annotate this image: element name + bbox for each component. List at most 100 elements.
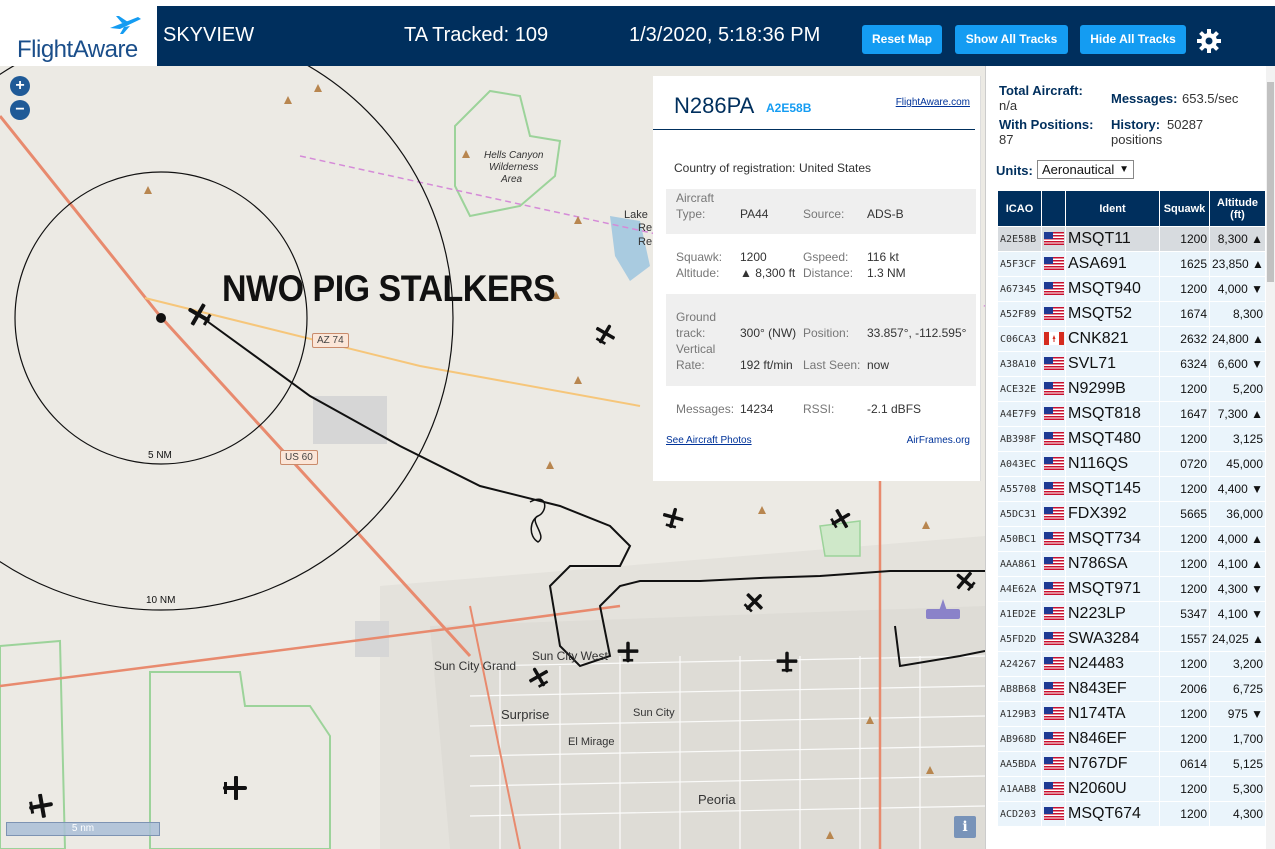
table-row[interactable]: A50BC1 MSQT734 1200 4,000 ▲ (997, 526, 1266, 552)
cell-flag (1041, 526, 1066, 552)
cell-icao: AA5BDA (997, 751, 1042, 777)
table-row[interactable]: A4E7F9 MSQT818 1647 7,300 ▲ (997, 401, 1266, 427)
table-row[interactable]: AAA861 N786SA 1200 4,100 ▲ (997, 551, 1266, 577)
skyview-app: FlightAware SKYVIEW TA Tracked: 109 1/3/… (0, 0, 1275, 849)
col-icao[interactable]: ICAO (997, 190, 1042, 227)
table-row[interactable]: A129B3 N174TA 1200 975 ▼ (997, 701, 1266, 727)
plane-icon[interactable] (615, 639, 641, 665)
vrate-value: 192 ft/min (740, 358, 793, 372)
aircraft-list-panel: Total Aircraft: n/a Messages: 653.5/sec … (985, 66, 1275, 849)
col-flag[interactable] (1041, 190, 1066, 227)
aircraft-photos-link[interactable]: See Aircraft Photos (666, 435, 752, 446)
zoom-out-button[interactable]: − (10, 100, 30, 120)
plane-icon[interactable] (592, 321, 618, 347)
map-label-lake: Lake (624, 209, 648, 221)
cell-flag (1041, 476, 1066, 502)
distance-value: 1.3 NM (867, 266, 906, 280)
info-icon[interactable]: i (954, 816, 976, 838)
aircraft-type-label-1: Aircraft (676, 191, 715, 205)
distance-label: Distance: (803, 266, 854, 280)
cell-altitude: 5,300 (1209, 776, 1266, 802)
cell-squawk: 1200 (1159, 476, 1210, 502)
table-row[interactable]: A5FD2D SWA3284 1557 24,025 ▲ (997, 626, 1266, 652)
hide-all-tracks-button[interactable]: Hide All Tracks (1080, 25, 1186, 54)
table-row[interactable]: ACE32E N9299B 1200 5,200 (997, 376, 1266, 402)
cell-icao: A129B3 (997, 701, 1042, 727)
gspeed-value: 116 kt (867, 250, 899, 264)
cell-ident: N786SA (1065, 551, 1160, 577)
table-row[interactable]: A5DC31 FDX392 5665 36,000 (997, 501, 1266, 527)
highway-us60: US 60 (280, 450, 318, 465)
zoom-in-button[interactable]: + (10, 76, 30, 96)
table-row[interactable]: C06CA3 CNK821 2632 24,800 ▲ (997, 326, 1266, 352)
show-all-tracks-button[interactable]: Show All Tracks (955, 25, 1068, 54)
cell-altitude: 8,300 ▲ (1209, 226, 1266, 252)
last-seen-value: now (867, 358, 890, 372)
cell-ident: N24483 (1065, 651, 1160, 677)
panel-scrollbar-thumb[interactable] (1267, 82, 1274, 282)
cell-altitude: 24,025 ▲ (1209, 626, 1266, 652)
table-row[interactable]: A52F89 MSQT52 1674 8,300 (997, 301, 1266, 327)
flag-us-icon (1044, 307, 1064, 321)
cell-icao: A4E7F9 (997, 401, 1042, 427)
plane-icon[interactable] (26, 791, 56, 821)
flag-us-icon (1044, 807, 1064, 821)
airframes-link[interactable]: AirFrames.org (907, 435, 970, 446)
cell-squawk: 1200 (1159, 651, 1210, 677)
plane-icon[interactable] (828, 506, 854, 532)
plane-icon[interactable] (220, 773, 250, 803)
table-row[interactable]: AB8B68 N843EF 2006 6,725 (997, 676, 1266, 702)
squawk-label: Squawk: (676, 250, 723, 264)
table-row[interactable]: A38A10 SVL71 6324 6,600 ▼ (997, 351, 1266, 377)
table-row[interactable]: A5F3CF ASA691 1625 23,850 ▲ (997, 251, 1266, 277)
cell-icao: A52F89 (997, 301, 1042, 327)
col-squawk[interactable]: Squawk (1159, 190, 1210, 227)
table-row[interactable]: A1ED2E N223LP 5347 4,100 ▼ (997, 601, 1266, 627)
col-altitude[interactable]: Altitude (ft) (1209, 190, 1266, 227)
flightaware-link[interactable]: FlightAware.com (896, 97, 970, 108)
plane-icon[interactable] (660, 505, 686, 531)
table-row[interactable]: A24267 N24483 1200 3,200 (997, 651, 1266, 677)
flag-us-icon (1044, 732, 1064, 746)
chevron-down-icon: ▼ (1119, 164, 1129, 175)
cell-squawk: 1200 (1159, 701, 1210, 727)
cell-squawk: 1674 (1159, 301, 1210, 327)
selected-plane-icon[interactable] (184, 300, 214, 330)
gear-icon[interactable] (1196, 28, 1222, 54)
units-select[interactable]: Aeronautical ▼ (1037, 160, 1134, 179)
cell-altitude: 4,400 ▼ (1209, 476, 1266, 502)
table-row[interactable]: AB398F MSQT480 1200 3,125 (997, 426, 1266, 452)
col-ident[interactable]: Ident (1065, 190, 1160, 227)
plane-icon[interactable] (741, 589, 767, 615)
table-row[interactable]: AA5BDA N767DF 0614 5,125 (997, 751, 1266, 777)
ring-label-inner: 5 NM (148, 450, 172, 461)
panel-border (985, 66, 986, 849)
flag-us-icon (1044, 632, 1064, 646)
table-row[interactable]: A55708 MSQT145 1200 4,400 ▼ (997, 476, 1266, 502)
flag-us-icon (1044, 282, 1064, 296)
table-row[interactable]: A67345 MSQT940 1200 4,000 ▼ (997, 276, 1266, 302)
cell-icao: A38A10 (997, 351, 1042, 377)
plane-icon[interactable] (774, 649, 800, 675)
history-unit: positions (1111, 132, 1163, 147)
clock: 1/3/2020, 5:18:36 PM (629, 24, 821, 46)
flag-us-icon (1044, 357, 1064, 371)
table-row[interactable]: A4E62A MSQT971 1200 4,300 ▼ (997, 576, 1266, 602)
ground-track-label-2: track: (676, 326, 706, 340)
map-label-rec: Re (638, 236, 653, 248)
total-aircraft-value: n/a (999, 98, 1018, 113)
table-row[interactable]: A043EC N116QS 0720 45,000 (997, 451, 1266, 477)
reset-map-button[interactable]: Reset Map (862, 25, 942, 54)
table-row[interactable]: A2E58B MSQT11 1200 8,300 ▲ (997, 226, 1266, 252)
cell-ident: N174TA (1065, 701, 1160, 727)
table-row[interactable]: A1AAB8 N2060U 1200 5,300 (997, 776, 1266, 802)
detail-ident: N286PA (674, 93, 755, 118)
flightaware-logo[interactable]: FlightAware (0, 6, 157, 66)
plane-icon[interactable] (952, 568, 978, 594)
plane-icon[interactable] (526, 664, 552, 690)
cell-squawk: 5665 (1159, 501, 1210, 527)
table-row[interactable]: AB968D N846EF 1200 1,700 (997, 726, 1266, 752)
with-positions-label: With Positions: (999, 117, 1094, 132)
table-row[interactable]: ACD203 MSQT674 1200 4,300 (997, 801, 1266, 827)
country-label: Country of registration: (674, 161, 796, 175)
